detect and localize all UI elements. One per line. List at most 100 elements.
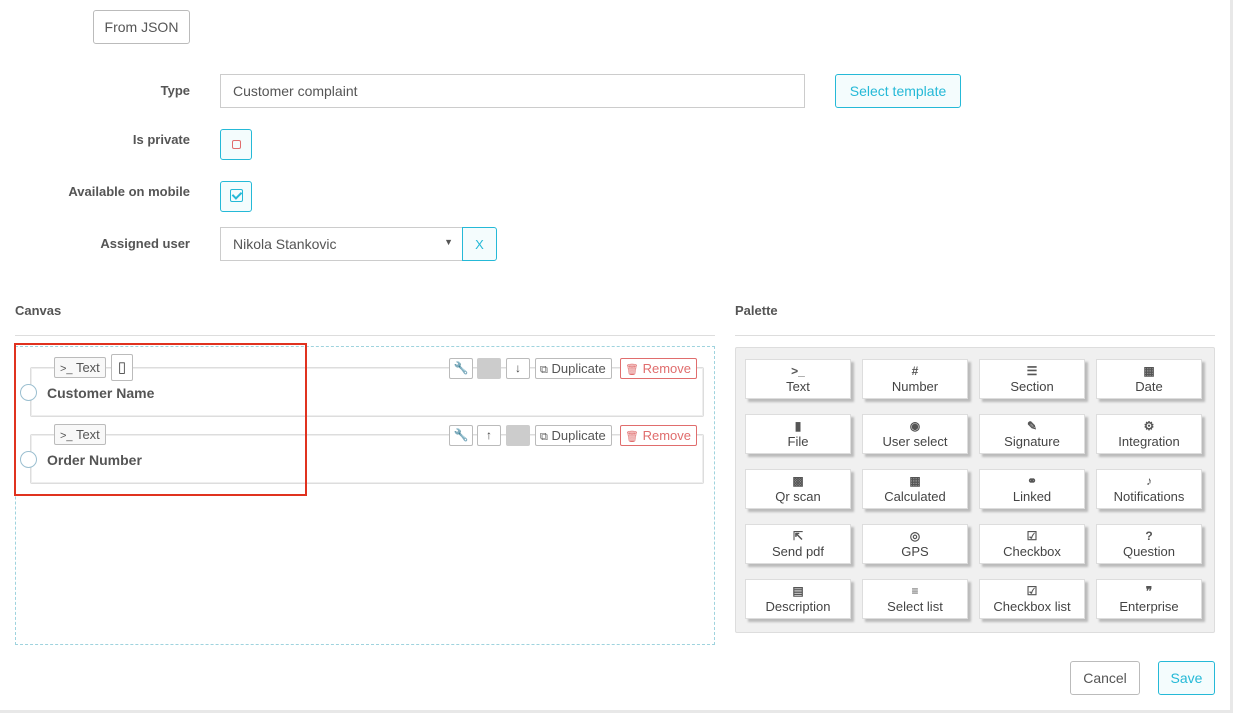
form-builder-page: From JSON Type Customer complaint Select… — [0, 0, 1230, 710]
list-icon: ≡ — [911, 584, 919, 598]
palette-panel: >_ Text # Number ☰ Section ▦ Date ▮ File ◉ User sel… — [735, 347, 1215, 633]
remove-label: Remove — [642, 361, 692, 376]
palette-item-section[interactable]: ☰ Section — [979, 359, 1085, 399]
duplicate-button[interactable]: ⧉ Duplicate — [535, 358, 612, 379]
palette-item-label: Enterprise — [1119, 599, 1179, 614]
remove-label: Remove — [642, 428, 692, 443]
color-swatch[interactable] — [506, 425, 530, 446]
palette-item-label: Signature — [1004, 434, 1060, 449]
select-template-button[interactable]: Select template — [835, 74, 961, 108]
cancel-button[interactable]: Cancel — [1070, 661, 1140, 695]
palette-item-integration[interactable]: ⚙ Integration — [1096, 414, 1202, 454]
palette-item-label: File — [787, 434, 809, 449]
palette-item-label: Description — [765, 599, 831, 614]
calendar-icon: ▦ — [1143, 364, 1155, 378]
palette-item-label: Linked — [1012, 489, 1052, 504]
question-icon: ? — [1145, 529, 1153, 543]
palette-item-label: Number — [891, 379, 939, 394]
palette-item-select-list[interactable]: ≡ Select list — [862, 579, 968, 619]
assigned-user-select[interactable]: Nikola Stankovic ▼ — [220, 227, 463, 261]
arrow-down-icon[interactable]: ↓ — [506, 358, 530, 379]
check-icon — [230, 189, 243, 202]
link-icon: ⚭ — [1026, 474, 1038, 488]
palette-item-date[interactable]: ▦ Date — [1096, 359, 1202, 399]
mobile-checkbox[interactable] — [220, 181, 252, 212]
canvas-divider — [15, 335, 715, 336]
checkbox-icon: ☑ — [1026, 584, 1038, 598]
remove-button[interactable]: 🗑 Remove — [620, 358, 698, 379]
compass-icon: ◎ — [909, 529, 921, 543]
palette-item-label: Text — [786, 379, 810, 394]
palette-item-checkbox[interactable]: ☑ Checkbox — [979, 524, 1085, 564]
assigned-user-label: Assigned user — [100, 236, 190, 251]
palette-divider — [735, 335, 1215, 336]
copy-icon: ⧉ — [540, 364, 548, 376]
palette-item-question[interactable]: ? Question — [1096, 524, 1202, 564]
clear-user-button[interactable]: X — [462, 227, 497, 261]
dropdown-caret-icon: ▼ — [444, 237, 453, 247]
palette-item-label: Select list — [887, 599, 943, 614]
terminal-icon: >_ — [791, 364, 805, 378]
palette-item-label: Integration — [1118, 434, 1180, 449]
palette-item-label: GPS — [901, 544, 929, 559]
remove-button[interactable]: 🗑 Remove — [620, 425, 698, 446]
palette-item-calculated[interactable]: ▦ Calculated — [862, 469, 968, 509]
qrcode-icon: ▩ — [792, 474, 804, 488]
palette-item-linked[interactable]: ⚭ Linked — [979, 469, 1085, 509]
assigned-user-value: Nikola Stankovic — [233, 236, 337, 252]
palette-item-label: Date — [1135, 379, 1163, 394]
unchecked-box-icon — [232, 140, 241, 149]
palette-item-checkbox-list[interactable]: ☑ Checkbox list — [979, 579, 1085, 619]
description-icon: ▤ — [792, 584, 804, 598]
palette-item-description[interactable]: ▤ Description — [745, 579, 851, 619]
color-swatch[interactable] — [477, 358, 501, 379]
palette-item-signature[interactable]: ✎ Signature — [979, 414, 1085, 454]
calculator-icon: ▦ — [909, 474, 921, 488]
cogs-icon: ⚙ — [1143, 419, 1155, 433]
signature-icon: ✎ — [1026, 419, 1038, 433]
type-input[interactable]: Customer complaint — [220, 74, 805, 108]
palette-item-send-pdf[interactable]: ⇱ Send pdf — [745, 524, 851, 564]
palette-item-label: Section — [1010, 379, 1054, 394]
checkbox-icon: ☑ — [1026, 529, 1038, 543]
palette-item-label: Notifications — [1113, 489, 1185, 504]
palette-item-file[interactable]: ▮ File — [745, 414, 851, 454]
palette-item-enterprise[interactable]: ❞ Enterprise — [1096, 579, 1202, 619]
from-json-button[interactable]: From JSON — [93, 10, 190, 44]
duplicate-label: Duplicate — [551, 428, 606, 443]
mobile-label: Available on mobile — [68, 184, 190, 199]
palette-item-text[interactable]: >_ Text — [745, 359, 851, 399]
file-icon: ▮ — [794, 419, 802, 433]
section-icon: ☰ — [1026, 364, 1038, 378]
duplicate-label: Duplicate — [551, 361, 606, 376]
is-private-checkbox[interactable] — [220, 129, 252, 160]
trash-icon: 🗑 — [625, 364, 639, 376]
bell-icon: ♪ — [1146, 474, 1152, 488]
send-pdf-icon: ⇱ — [792, 529, 804, 543]
arrow-up-icon[interactable]: ↑ — [477, 425, 501, 446]
palette-item-notifications[interactable]: ♪ Notifications — [1096, 469, 1202, 509]
palette-item-number[interactable]: # Number — [862, 359, 968, 399]
duplicate-button[interactable]: ⧉ Duplicate — [535, 425, 612, 446]
highlight-box — [14, 343, 307, 496]
wrench-icon[interactable]: 🔧 — [449, 425, 473, 446]
save-button[interactable]: Save — [1158, 661, 1215, 695]
quote-icon: ❞ — [1145, 584, 1153, 598]
hash-icon: # — [911, 364, 919, 378]
palette-item-label: Checkbox list — [993, 599, 1071, 614]
palette-item-label: Checkbox — [1003, 544, 1061, 559]
palette-title: Palette — [735, 303, 778, 318]
palette-item-user-select[interactable]: ◉ User select — [862, 414, 968, 454]
trash-icon: 🗑 — [625, 431, 639, 443]
copy-icon: ⧉ — [540, 431, 548, 443]
palette-item-label: User select — [882, 434, 948, 449]
palette-item-label: Qr scan — [775, 489, 821, 504]
palette-item-gps[interactable]: ◎ GPS — [862, 524, 968, 564]
type-label: Type — [160, 83, 190, 98]
wrench-icon[interactable]: 🔧 — [449, 358, 473, 379]
palette-item-label: Question — [1122, 544, 1176, 559]
palette-item-label: Calculated — [884, 489, 946, 504]
palette-item-qr-scan[interactable]: ▩ Qr scan — [745, 469, 851, 509]
palette-item-label: Send pdf — [771, 544, 825, 559]
is-private-label: Is private — [132, 132, 190, 147]
